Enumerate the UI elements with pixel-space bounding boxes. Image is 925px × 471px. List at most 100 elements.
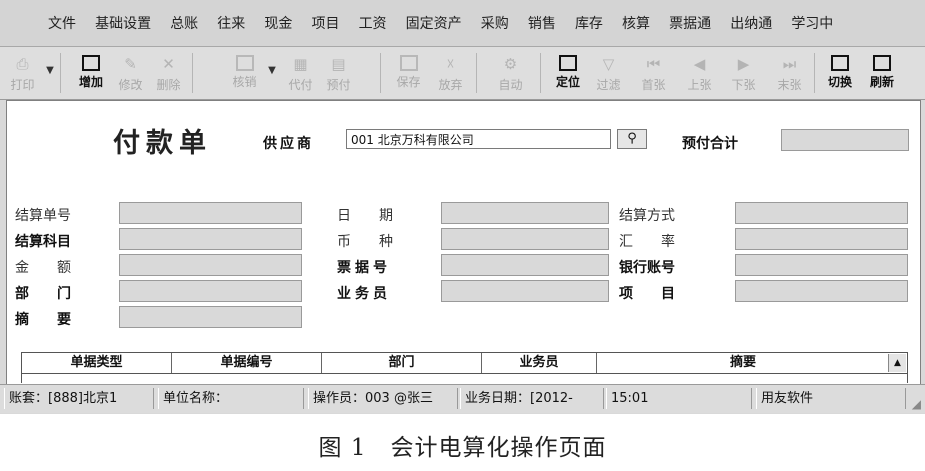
app-window: 文件 基础设置 总账 往来 现金 项目 工资 固定资产 采购 销售 库存 核算 …: [0, 0, 925, 414]
document-icon: ▤: [331, 55, 346, 73]
column-header-doc-type[interactable]: 单据类型: [22, 353, 172, 373]
amount-field[interactable]: [119, 254, 302, 276]
first-record-icon: ⏮: [646, 55, 661, 73]
menu-bar: 文件 基础设置 总账 往来 现金 项目 工资 固定资产 采购 销售 库存 核算 …: [0, 0, 925, 47]
page-title: 付款单: [113, 128, 212, 159]
supplier-search-button[interactable]: ⚲: [617, 129, 647, 149]
refresh-button[interactable]: 刷新: [862, 51, 902, 95]
bank-account-field[interactable]: [735, 254, 908, 276]
next-record-icon: ▶: [737, 55, 750, 73]
print-button[interactable]: ⎙ 打印: [4, 51, 41, 95]
prev-record-button[interactable]: ◀ 上张: [681, 51, 718, 95]
department-field[interactable]: [119, 280, 302, 302]
settle-method-label: 结算方式: [619, 208, 675, 224]
toolbar: ⎙ 打印 ▼ 增加 ✎ 修改 ✕ 删除 核销 ▼ ▦ 代付 ▤ 预付 保存 ☓ …: [0, 47, 925, 100]
payment-form: 付款单 供应商 001 北京万科有限公司 ⚲ 预付合计 结算单号 结算科目 金 …: [6, 100, 921, 385]
bill-no-field[interactable]: [441, 254, 609, 276]
filter-button[interactable]: ▽ 过滤: [590, 51, 627, 95]
funnel-icon: ▽: [602, 55, 615, 73]
auto-gear-icon: ⚙: [503, 55, 518, 73]
auto-button[interactable]: ⚙ 自动: [492, 51, 529, 95]
project-label: 项 目: [619, 286, 675, 302]
menu-payroll[interactable]: 工资: [359, 13, 387, 33]
department-label: 部 门: [15, 286, 71, 302]
prepay-button[interactable]: ▤ 预付: [320, 51, 357, 95]
trash-icon: ☓: [446, 55, 455, 73]
add-button[interactable]: 增加: [70, 51, 112, 95]
last-record-button[interactable]: ⏭ 末张: [771, 51, 808, 95]
status-bar: 账套：[888]北京1 单位名称： 操作员：003 @张三 业务日期：[2012…: [0, 384, 925, 413]
locate-button[interactable]: 定位: [548, 51, 588, 95]
menu-cash[interactable]: 现金: [264, 13, 292, 33]
writeoff-dropdown-button[interactable]: ▼: [266, 65, 278, 81]
status-vendor: 用友软件: [756, 388, 906, 409]
status-business-date: 业务日期：[2012-: [460, 388, 604, 409]
toolbar-separator: [476, 53, 477, 93]
supplier-field[interactable]: 001 北京万科有限公司: [346, 129, 611, 149]
menu-sales[interactable]: 销售: [528, 13, 556, 33]
save-button[interactable]: 保存: [390, 51, 427, 95]
writeoff-icon: [235, 55, 254, 71]
column-header-doc-no[interactable]: 单据编号: [172, 353, 322, 373]
menu-basic-settings[interactable]: 基础设置: [95, 13, 151, 33]
floppy-disk-icon: [399, 55, 418, 71]
settle-no-field[interactable]: [119, 202, 302, 224]
prepaid-total-label: 预付合计: [682, 136, 738, 152]
date-field[interactable]: [441, 202, 609, 224]
toolbar-separator: [380, 53, 381, 93]
menu-costing[interactable]: 核算: [622, 13, 650, 33]
menu-project[interactable]: 项目: [311, 13, 339, 33]
menu-receivables-payables[interactable]: 往来: [217, 13, 245, 33]
edit-button[interactable]: ✎ 修改: [112, 51, 149, 95]
search-icon: ⚲: [627, 131, 637, 146]
switch-button[interactable]: 切换: [820, 51, 860, 95]
pay-for-button[interactable]: ▦ 代付: [282, 51, 319, 95]
prepaid-total-field[interactable]: [781, 129, 909, 151]
settle-subject-label: 结算科目: [15, 234, 71, 250]
delete-x-icon: ✕: [162, 55, 175, 73]
exchange-rate-label: 汇 率: [619, 234, 675, 250]
toolbar-separator: [60, 53, 61, 93]
first-record-button[interactable]: ⏮ 首张: [635, 51, 672, 95]
menu-file[interactable]: 文件: [48, 13, 76, 33]
status-unit-name: 单位名称：: [158, 388, 304, 409]
column-header-salesperson[interactable]: 业务员: [482, 353, 597, 373]
menu-fixed-assets[interactable]: 固定资产: [406, 13, 462, 33]
grid-icon: ▦: [293, 55, 308, 73]
toolbar-separator: [192, 53, 193, 93]
summary-label: 摘 要: [15, 312, 71, 328]
last-record-icon: ⏭: [782, 55, 797, 73]
salesperson-label: 业务员: [337, 286, 391, 302]
summary-field[interactable]: [119, 306, 302, 328]
menu-general-ledger[interactable]: 总账: [170, 13, 198, 33]
currency-field[interactable]: [441, 228, 609, 250]
column-header-summary[interactable]: 摘要: [597, 353, 889, 373]
discard-button[interactable]: ☓ 放弃: [432, 51, 469, 95]
arrow-up-icon: ▲: [894, 358, 901, 368]
menu-cashier-tong[interactable]: 出纳通: [730, 13, 772, 33]
locate-icon: [559, 55, 577, 71]
menu-bill-tong[interactable]: 票据通: [669, 13, 711, 33]
project-field[interactable]: [735, 280, 908, 302]
table-row[interactable]: [21, 374, 908, 383]
settle-subject-field[interactable]: [119, 228, 302, 250]
salesperson-field[interactable]: [441, 280, 609, 302]
column-header-department[interactable]: 部门: [322, 353, 482, 373]
settle-method-field[interactable]: [735, 202, 908, 224]
print-dropdown-button[interactable]: ▼: [44, 65, 56, 81]
figure-caption: 图 1 会计电算化操作页面: [318, 435, 607, 461]
toolbar-separator: [540, 53, 541, 93]
scroll-up-button[interactable]: ▲: [888, 354, 906, 372]
menu-learning[interactable]: 学习中: [791, 13, 833, 33]
delete-button[interactable]: ✕ 删除: [150, 51, 187, 95]
bill-no-label: 票据号: [337, 260, 391, 276]
next-record-button[interactable]: ▶ 下张: [725, 51, 762, 95]
writeoff-button[interactable]: 核销: [226, 51, 263, 95]
menu-purchasing[interactable]: 采购: [481, 13, 509, 33]
exchange-rate-field[interactable]: [735, 228, 908, 250]
menu-inventory[interactable]: 库存: [575, 13, 603, 33]
resize-grip-icon[interactable]: ◢: [912, 397, 921, 411]
pencil-icon: ✎: [124, 55, 137, 73]
status-account: 账套：[888]北京1: [4, 388, 154, 409]
date-label: 日 期: [337, 208, 393, 224]
